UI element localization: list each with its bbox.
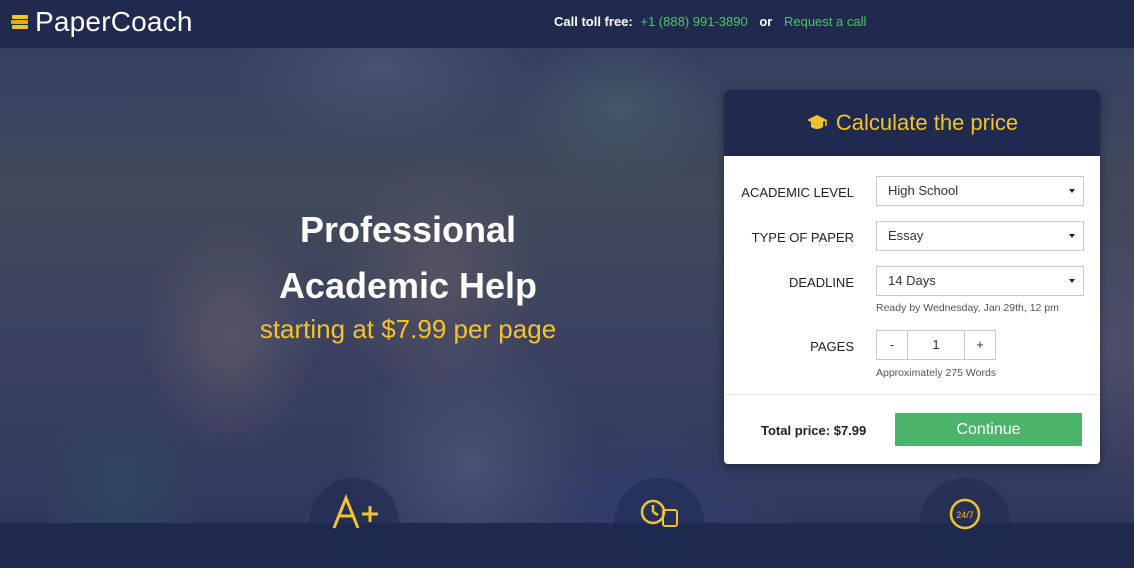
hero-subline: starting at $7.99 per page	[259, 314, 557, 344]
pages-label: PAGES	[810, 339, 854, 354]
hero-headline: Professional Academic Help	[218, 202, 598, 314]
logo-link[interactable]: PaperCoach	[10, 6, 193, 38]
pages-words-hint: Approximately 275 Words	[876, 367, 997, 379]
feature-deadline	[614, 478, 704, 568]
calculator-title: Calculate the price	[835, 110, 1019, 135]
top-header: PaperCoach Call toll free: +1 (888) 991-…	[0, 0, 1134, 48]
24-7-support-icon: 24/7	[949, 498, 981, 530]
svg-text:24/7: 24/7	[956, 510, 974, 520]
calculator-divider	[724, 394, 1100, 395]
price-calculator: Calculate the price ACADEMIC LEVEL High …	[724, 90, 1100, 464]
deadline-ready-hint: Ready by Wednesday, Jan 29th, 12 pm	[876, 302, 1059, 314]
deadline-label: DEADLINE	[788, 275, 854, 290]
deadline-value: 14 Days	[888, 273, 936, 288]
graduation-cap-icon	[806, 115, 827, 129]
stacked-books-icon	[11, 15, 28, 29]
chevron-down-icon	[1069, 279, 1075, 283]
feature-support: 24/7	[920, 478, 1010, 568]
total-price: Total price: $7.99	[761, 423, 867, 438]
headline-line-2: Academic Help	[278, 265, 538, 306]
request-call-link[interactable]: Request a call	[784, 14, 866, 29]
type-of-paper-select[interactable]: Essay	[876, 221, 1084, 251]
academic-level-value: High School	[888, 183, 959, 198]
contact-info: Call toll free: +1 (888) 991-3890 or Req…	[554, 14, 866, 29]
pages-decrement-button[interactable]: -	[877, 331, 907, 359]
headline-line-1: Professional	[299, 209, 517, 250]
pages-stepper: - 1 +	[876, 330, 996, 360]
type-of-paper-label: TYPE OF PAPER	[751, 230, 854, 245]
academic-level-select[interactable]: High School	[876, 176, 1084, 206]
chevron-down-icon	[1069, 189, 1075, 193]
call-toll-free-label: Call toll free:	[554, 14, 633, 29]
chevron-down-icon	[1069, 234, 1075, 238]
pages-input[interactable]: 1	[907, 331, 965, 359]
continue-button[interactable]: Continue	[895, 413, 1082, 446]
or-text: or	[759, 14, 773, 29]
calculator-header: Calculate the price	[724, 90, 1100, 156]
pages-increment-button[interactable]: +	[965, 331, 995, 359]
clock-icon	[640, 499, 678, 527]
academic-level-label: ACADEMIC LEVEL	[741, 185, 854, 200]
feature-grade	[309, 478, 399, 568]
deadline-select[interactable]: 14 Days	[876, 266, 1084, 296]
type-of-paper-value: Essay	[888, 228, 924, 243]
logo-text: PaperCoach	[35, 6, 193, 37]
phone-link[interactable]: +1 (888) 991-3890	[640, 14, 747, 29]
a-plus-grade-icon	[332, 493, 378, 529]
